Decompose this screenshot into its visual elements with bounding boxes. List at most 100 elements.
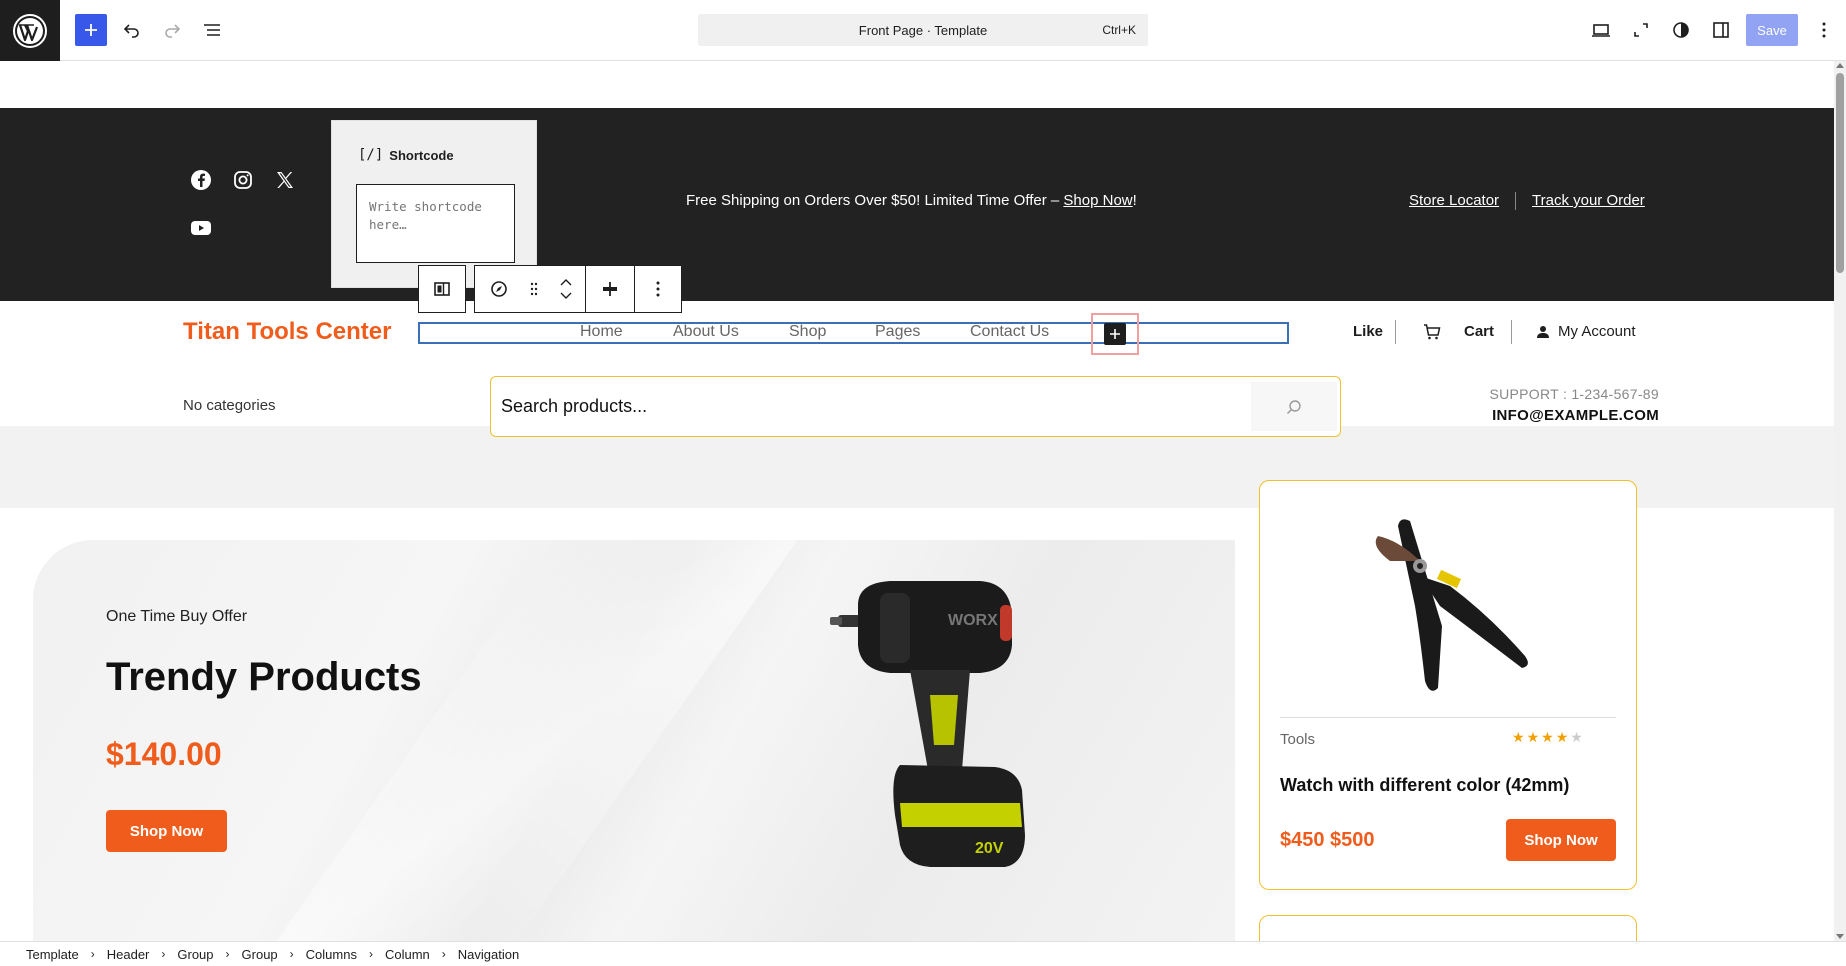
shipping-text-end: ! (1132, 192, 1137, 209)
compass-icon (490, 281, 507, 297)
drag-icon (530, 282, 538, 296)
nav-item-shop[interactable]: Shop (789, 323, 826, 341)
breadcrumb-item[interactable]: Template (26, 947, 79, 962)
chevron-down-icon[interactable] (560, 292, 572, 299)
product-category[interactable]: Tools (1280, 731, 1315, 748)
product-card[interactable]: Tools ★★★★★ Watch with different color (… (1259, 480, 1637, 890)
add-block-button[interactable] (75, 14, 107, 46)
star-icon: ★ (1555, 729, 1571, 745)
fullscreen-button[interactable] (1625, 14, 1657, 46)
my-account-link[interactable]: My Account (1558, 323, 1636, 340)
cart-icon[interactable] (1423, 323, 1441, 346)
undo-button[interactable] (116, 14, 148, 46)
product-name[interactable]: Watch with different color (42mm) (1280, 775, 1569, 796)
breadcrumb-item[interactable]: Column (385, 947, 430, 962)
shortcode-input[interactable] (356, 184, 515, 263)
chevron-right-icon: › (441, 947, 446, 961)
nav-item-contact[interactable]: Contact Us (970, 323, 1049, 341)
template-title: Front Page · Template (858, 22, 988, 38)
wordpress-logo-icon[interactable] (0, 0, 60, 61)
star-icon: ★ (1570, 729, 1585, 745)
canvas-scrollbar[interactable] (1834, 61, 1846, 941)
user-icon[interactable] (1536, 325, 1550, 344)
redo-icon (165, 24, 181, 38)
x-icon[interactable] (272, 167, 298, 193)
hero-shop-now-button[interactable]: Shop Now (106, 810, 227, 852)
star-rating: ★★★★★ (1512, 729, 1585, 746)
shortcode-block[interactable]: [/] Shortcode (331, 120, 537, 288)
block-toolbar (418, 265, 682, 313)
star-icon: ★ (1512, 729, 1527, 745)
breadcrumb-item[interactable]: Group (177, 947, 213, 962)
block-breadcrumb: Template › Header › Group › Group › Columns › Colu… (0, 941, 1846, 966)
hero-price: $140.00 (106, 736, 222, 772)
site-title[interactable]: Titan Tools Center (183, 318, 391, 346)
shortcode-icon: [/] (358, 147, 384, 163)
options-button[interactable] (1808, 14, 1840, 46)
star-icon: ★ (1526, 729, 1542, 745)
scroll-up-icon[interactable] (1836, 63, 1844, 68)
navigation-block[interactable] (418, 322, 1289, 344)
support-email[interactable]: INFO@EXAMPLE.COM (1492, 407, 1659, 424)
track-order-link[interactable]: Track your Order (1532, 192, 1645, 209)
justify-button[interactable] (585, 265, 635, 313)
category-select[interactable]: No categories (183, 397, 276, 414)
breadcrumb-item[interactable]: Group (242, 947, 278, 962)
expand-icon (1634, 23, 1648, 37)
shop-now-link[interactable]: Shop Now (1063, 192, 1132, 209)
breadcrumb-item[interactable]: Navigation (458, 947, 519, 962)
navigation-block-button[interactable] (474, 265, 522, 313)
instagram-icon[interactable] (230, 167, 256, 193)
justify-center-icon (603, 282, 617, 296)
like-link[interactable]: Like (1353, 323, 1383, 340)
more-vertical-icon (1822, 22, 1826, 38)
youtube-icon[interactable] (188, 215, 214, 241)
breadcrumb-item[interactable]: Columns (306, 947, 357, 962)
scroll-thumb[interactable] (1836, 73, 1844, 273)
columns-icon (434, 282, 450, 296)
shipping-announcement: Free Shipping on Orders Over $50! Limite… (686, 192, 1137, 209)
document-overview-button[interactable] (196, 14, 228, 46)
preview-device-button[interactable] (1585, 14, 1617, 46)
chevron-right-icon: › (90, 947, 95, 961)
move-buttons[interactable] (546, 265, 586, 313)
parent-block-button[interactable] (418, 265, 466, 313)
facebook-icon[interactable] (188, 167, 214, 193)
star-icon: ★ (1541, 729, 1556, 745)
block-options-button[interactable] (634, 265, 682, 313)
shortcode-label: Shortcode (389, 147, 454, 163)
drag-handle[interactable] (521, 265, 547, 313)
chevron-right-icon: › (225, 947, 230, 961)
hero-subtitle: One Time Buy Offer (106, 608, 248, 625)
shortcut-hint: Ctrl+K (1102, 23, 1136, 37)
search-icon (1287, 399, 1301, 414)
cart-link[interactable]: Cart (1464, 323, 1494, 340)
search-input[interactable]: Search products... (497, 382, 1247, 431)
divider (1395, 320, 1396, 344)
product-shop-now-button[interactable]: Shop Now (1506, 819, 1616, 861)
chevron-up-icon[interactable] (560, 279, 572, 286)
scroll-down-icon[interactable] (1836, 934, 1844, 939)
add-nav-item-button[interactable] (1091, 313, 1139, 355)
plus-icon (85, 24, 97, 36)
nav-item-pages[interactable]: Pages (875, 323, 920, 341)
editor-toolbar: Front Page · Template Ctrl+K Save (0, 0, 1846, 61)
search-button[interactable] (1251, 382, 1337, 431)
command-palette-button[interactable]: Front Page · Template Ctrl+K (698, 14, 1148, 46)
store-locator-link[interactable]: Store Locator (1409, 192, 1499, 209)
divider (1511, 320, 1512, 344)
nav-item-home[interactable]: Home (580, 323, 623, 341)
impact-driver-image: WORX 20V (830, 581, 1025, 867)
chevron-right-icon: › (161, 947, 166, 961)
product-search[interactable]: Search products... (490, 376, 1341, 437)
save-button[interactable]: Save (1746, 14, 1798, 46)
breadcrumb-item[interactable]: Header (107, 947, 150, 962)
redo-button[interactable] (156, 14, 188, 46)
divider (1515, 192, 1516, 210)
more-vertical-icon (656, 281, 660, 297)
hero-title: Trendy Products (106, 655, 422, 699)
settings-sidebar-button[interactable] (1705, 14, 1737, 46)
contrast-icon (1673, 22, 1689, 38)
nav-item-about[interactable]: About Us (673, 323, 739, 341)
styles-button[interactable] (1665, 14, 1697, 46)
